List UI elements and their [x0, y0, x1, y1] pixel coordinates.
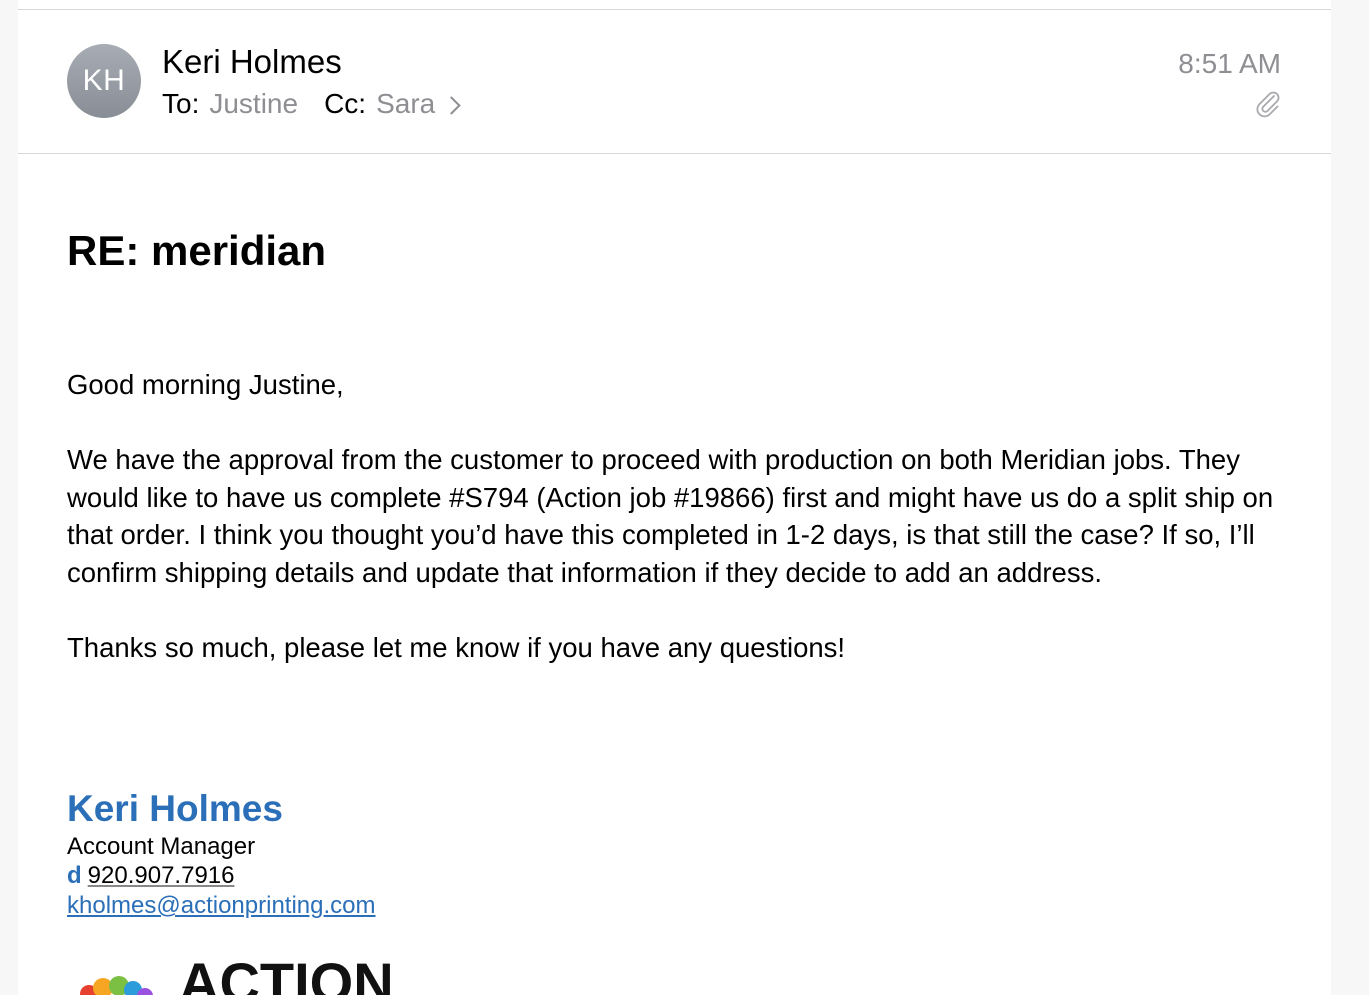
- logo-wordmark: ACTION: [179, 951, 394, 995]
- cc-label: Cc:: [324, 88, 367, 119]
- to-label: To:: [162, 88, 200, 119]
- body-paragraph: Thanks so much, please let me know if yo…: [67, 632, 846, 664]
- sender-avatar[interactable]: KH: [67, 44, 141, 118]
- signature-phone: d 920.907.7916: [67, 861, 234, 891]
- body-paragraph: We have the approval from the customer t…: [67, 444, 1274, 588]
- paperclip-icon: [1256, 91, 1280, 118]
- to-recipient[interactable]: Justine: [209, 86, 298, 122]
- avatar-initials: KH: [82, 64, 126, 97]
- phone-prefix: d: [67, 862, 82, 889]
- cc-recipient[interactable]: Sara: [376, 86, 435, 122]
- email-link[interactable]: kholmes@actionprinting.com: [67, 891, 376, 921]
- sender-name[interactable]: Keri Holmes: [162, 42, 342, 82]
- email-subject: RE: meridian: [67, 227, 327, 274]
- email-reader: KH Keri Holmes To: Justine Cc: Sara 8:51…: [18, 0, 1331, 995]
- signature-title: Account Manager: [67, 833, 256, 860]
- company-logo: ACTION: [80, 951, 394, 995]
- top-divider: [18, 9, 1331, 10]
- message-time: 8:51 AM: [1178, 48, 1281, 79]
- phone-link[interactable]: 920.907.7916: [88, 862, 235, 889]
- recipients-line[interactable]: To: Justine Cc: Sara: [162, 86, 461, 122]
- header-divider: [18, 153, 1331, 154]
- chevron-right-icon[interactable]: [442, 95, 461, 115]
- email-body: Good morning Justine, We have the approv…: [67, 366, 1277, 704]
- body-greeting: Good morning Justine,: [67, 369, 344, 400]
- signature-name: Keri Holmes: [67, 788, 283, 829]
